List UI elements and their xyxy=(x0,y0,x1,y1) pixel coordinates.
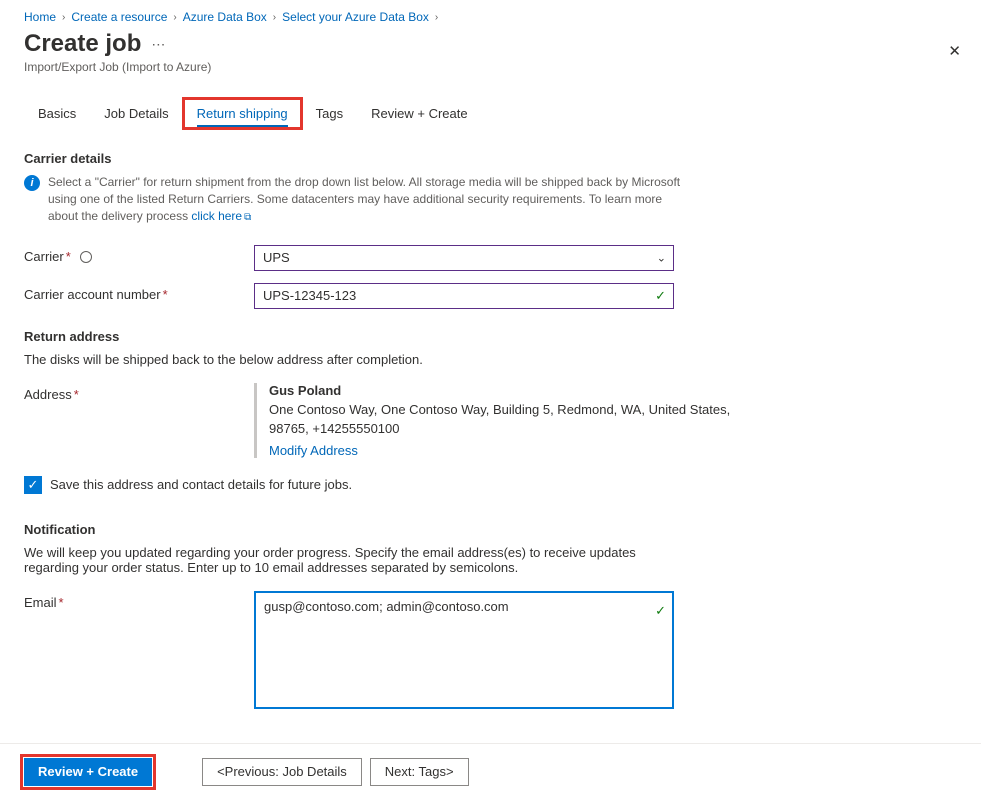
tab-tags[interactable]: Tags xyxy=(302,98,357,129)
info-icon: i xyxy=(24,175,40,191)
address-content: Gus Poland One Contoso Way, One Contoso … xyxy=(254,383,754,458)
email-input[interactable]: gusp@contoso.com; admin@contoso.com xyxy=(254,591,674,709)
page-title: Create job xyxy=(24,30,141,58)
carrier-label: Carrier* xyxy=(24,245,254,264)
chevron-right-icon: › xyxy=(173,12,176,23)
tab-bar: Basics Job Details Return shipping Tags … xyxy=(24,98,957,129)
address-label: Address* xyxy=(24,383,254,402)
breadcrumb-azure-data-box[interactable]: Azure Data Box xyxy=(183,10,267,24)
chevron-right-icon: › xyxy=(273,12,276,23)
delivery-process-link[interactable]: click here⧉ xyxy=(191,209,251,223)
carrier-info-text: Select a "Carrier" for return shipment f… xyxy=(48,174,684,225)
tab-job-details[interactable]: Job Details xyxy=(90,98,182,129)
carrier-select[interactable]: UPS xyxy=(254,245,674,271)
next-button[interactable]: Next: Tags> xyxy=(370,758,469,786)
carrier-account-label: Carrier account number* xyxy=(24,283,254,302)
address-lines: One Contoso Way, One Contoso Way, Buildi… xyxy=(269,400,754,439)
chevron-right-icon: › xyxy=(62,12,65,23)
more-options-icon[interactable]: ⋯ xyxy=(151,36,165,53)
close-icon[interactable]: ✕ xyxy=(948,42,961,60)
breadcrumb-create-resource[interactable]: Create a resource xyxy=(71,10,167,24)
carrier-info-box: i Select a "Carrier" for return shipment… xyxy=(24,174,684,225)
carrier-details-title: Carrier details xyxy=(24,151,957,166)
save-address-checkbox[interactable]: ✓ xyxy=(24,476,42,494)
notification-desc: We will keep you updated regarding your … xyxy=(24,545,684,575)
breadcrumb: Home › Create a resource › Azure Data Bo… xyxy=(24,10,957,24)
notification-title: Notification xyxy=(24,522,957,537)
carrier-details-section: Carrier details i Select a "Carrier" for… xyxy=(24,151,957,309)
return-address-title: Return address xyxy=(24,329,957,344)
tab-return-shipping[interactable]: Return shipping xyxy=(183,98,302,129)
breadcrumb-home[interactable]: Home xyxy=(24,10,56,24)
tab-basics[interactable]: Basics xyxy=(24,98,90,129)
email-label: Email* xyxy=(24,591,254,610)
modify-address-link[interactable]: Modify Address xyxy=(269,443,358,458)
chevron-right-icon: › xyxy=(435,12,438,23)
footer-bar: Review + Create <Previous: Job Details N… xyxy=(0,743,981,799)
notification-section: Notification We will keep you updated re… xyxy=(24,522,957,712)
carrier-account-input[interactable]: UPS-12345-123 xyxy=(254,283,674,309)
return-address-desc: The disks will be shipped back to the be… xyxy=(24,352,684,367)
breadcrumb-select-data-box[interactable]: Select your Azure Data Box xyxy=(282,10,429,24)
info-dot-icon[interactable] xyxy=(80,251,92,263)
page-subtitle: Import/Export Job (Import to Azure) xyxy=(24,60,957,74)
tab-review-create[interactable]: Review + Create xyxy=(357,98,481,129)
previous-button[interactable]: <Previous: Job Details xyxy=(202,758,362,786)
save-address-label: Save this address and contact details fo… xyxy=(50,477,352,492)
external-link-icon: ⧉ xyxy=(244,212,251,223)
return-address-section: Return address The disks will be shipped… xyxy=(24,329,957,494)
address-name: Gus Poland xyxy=(269,383,754,398)
review-create-button[interactable]: Review + Create xyxy=(24,758,152,786)
